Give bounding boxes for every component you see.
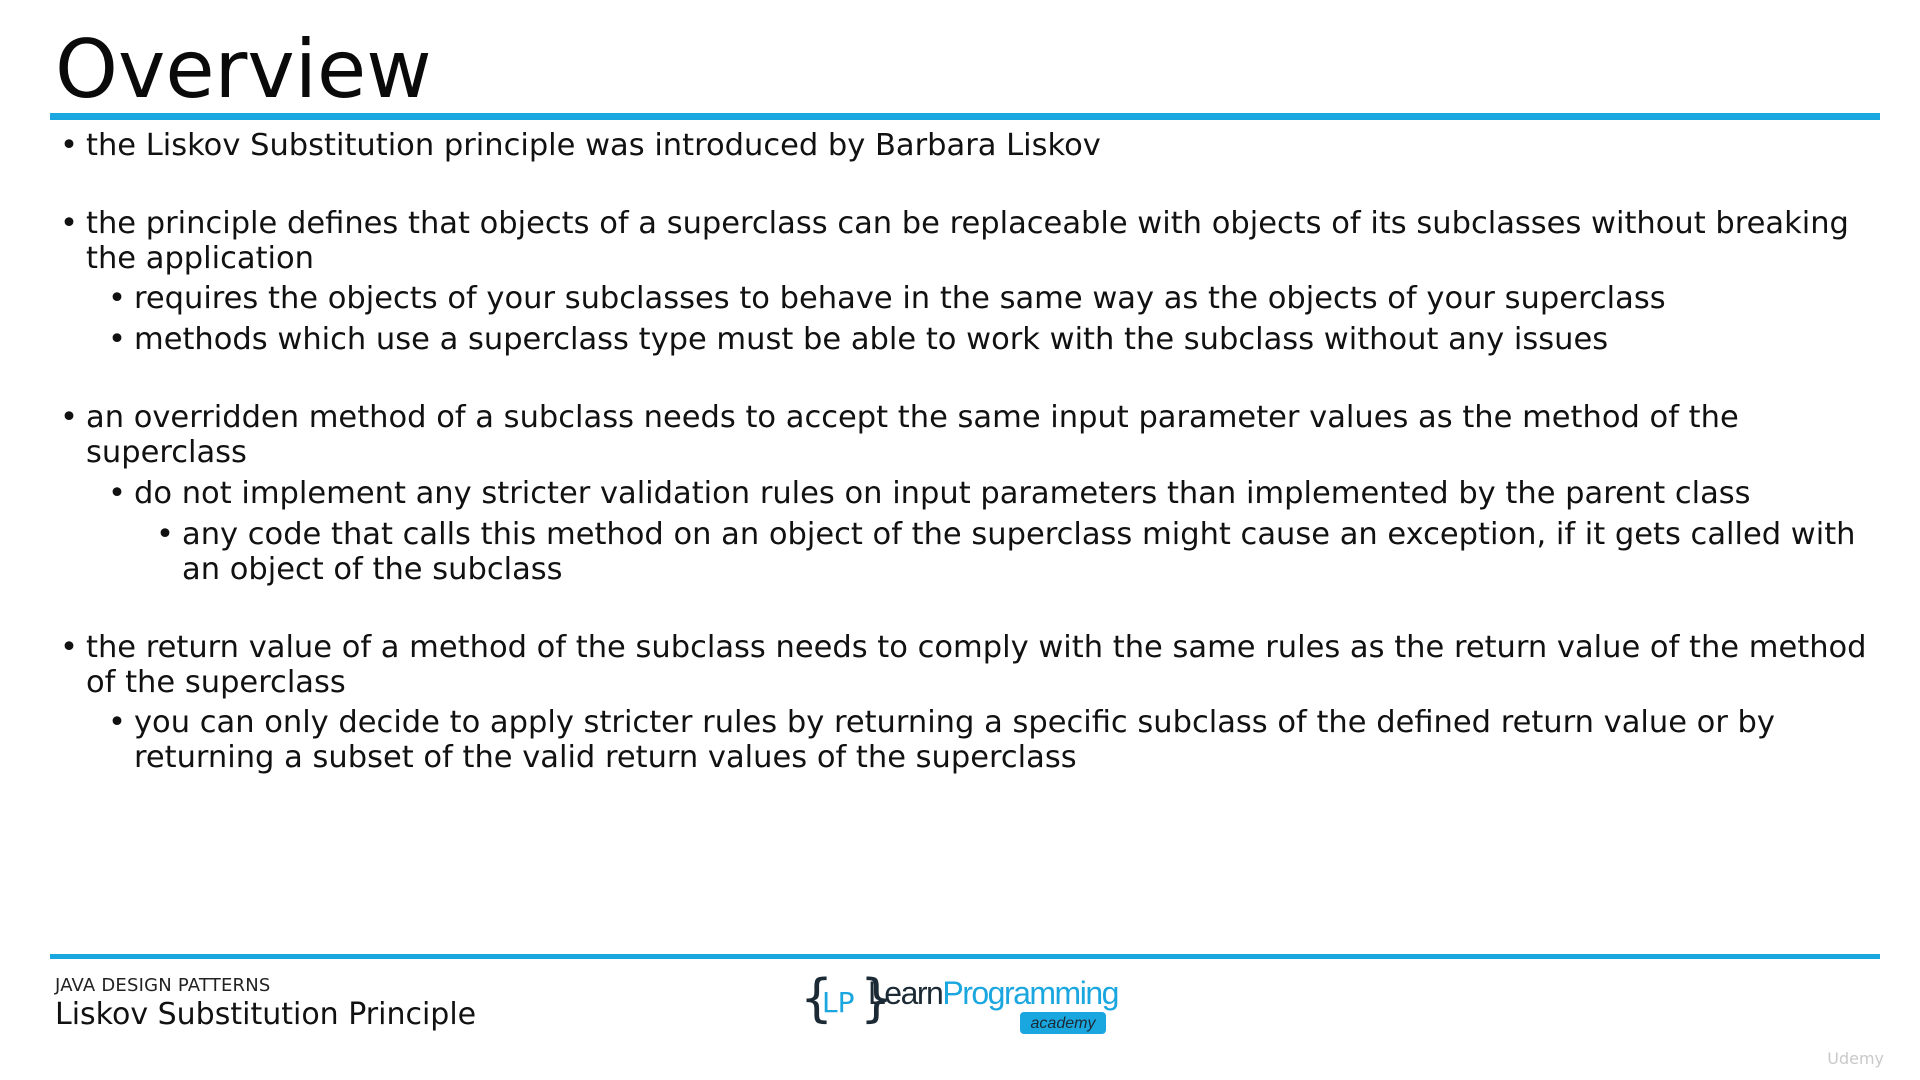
bullet-dot: • bbox=[60, 206, 78, 241]
bullet-text: requires the objects of your subclasses … bbox=[134, 281, 1666, 316]
bullet-dot: • bbox=[108, 476, 126, 511]
bullet-dot: • bbox=[108, 281, 126, 316]
bullet-dot: • bbox=[108, 322, 126, 357]
bullet-dot: • bbox=[60, 630, 78, 665]
bullet-list: • the Liskov Substitution principle was … bbox=[55, 128, 1880, 775]
sub-bullet-item: • you can only decide to apply stricter … bbox=[55, 705, 1880, 775]
bullet-item: • the return value of a method of the su… bbox=[55, 630, 1880, 700]
course-label: JAVA DESIGN PATTERNS bbox=[55, 975, 271, 996]
logo-wordmark: LearnProgramming bbox=[868, 975, 1118, 1011]
slide-title: Overview bbox=[55, 23, 432, 116]
bullet-dot: • bbox=[60, 128, 78, 163]
bullet-dot: • bbox=[108, 705, 126, 740]
bullet-text: the Liskov Substitution principle was in… bbox=[86, 128, 1101, 163]
sub-bullet-item: • requires the objects of your subclasse… bbox=[55, 281, 1880, 316]
sub-bullet-item: • do not implement any stricter validati… bbox=[55, 476, 1880, 511]
udemy-watermark: Udemy bbox=[1827, 1049, 1884, 1068]
bullet-text: do not implement any stricter validation… bbox=[134, 476, 1751, 511]
bullet-text: any code that calls this method on an ob… bbox=[182, 517, 1856, 587]
bullet-text: an overridden method of a subclass needs… bbox=[86, 400, 1739, 470]
bullet-text: methods which use a superclass type must… bbox=[134, 322, 1609, 357]
bullet-text: the principle defines that objects of a … bbox=[86, 206, 1849, 276]
lecture-topic: Liskov Substitution Principle bbox=[55, 997, 477, 1032]
logo-word-programming: Programming bbox=[942, 975, 1118, 1011]
logo-mark: LP bbox=[822, 986, 854, 1019]
sub-bullet-item: • methods which use a superclass type mu… bbox=[55, 322, 1880, 357]
logo-word-learn: Learn bbox=[868, 975, 942, 1011]
sub-sub-bullet-item: • any code that calls this method on an … bbox=[55, 517, 1880, 587]
bullet-text: the return value of a method of the subc… bbox=[86, 630, 1867, 700]
logo-tagline: academy bbox=[1031, 1015, 1097, 1032]
bullet-dot: • bbox=[60, 400, 78, 435]
bullet-item: • the Liskov Substitution principle was … bbox=[55, 128, 1880, 163]
bullet-item: • an overridden method of a subclass nee… bbox=[55, 400, 1880, 470]
footer-divider bbox=[50, 954, 1880, 959]
bullet-text: you can only decide to apply stricter ru… bbox=[134, 705, 1775, 775]
bullet-dot: • bbox=[156, 517, 174, 552]
bullet-item: • the principle defines that objects of … bbox=[55, 206, 1880, 276]
learnprogramming-academy-logo: { LP } LearnProgramming academy bbox=[800, 969, 1119, 1034]
title-divider bbox=[50, 113, 1880, 120]
